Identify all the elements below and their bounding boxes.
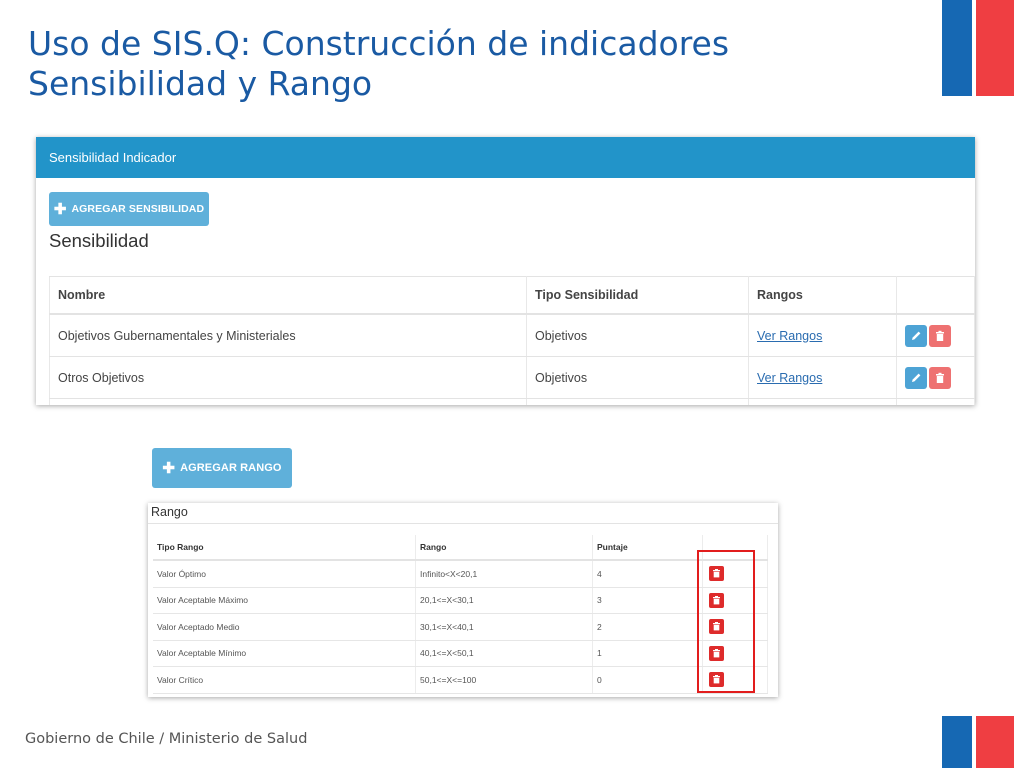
cell-rango: 20,1<=X<30,1 <box>415 587 593 614</box>
column-header-tipo: Tipo Sensibilidad <box>526 276 749 315</box>
trash-icon <box>936 372 944 383</box>
slide-title: Uso de SIS.Q: Construcción de indicadore… <box>28 24 908 104</box>
plus-icon: ✚ <box>162 460 176 477</box>
table-row: Valor Crítico 50,1<=X<=100 0 <box>153 666 768 694</box>
cell-rango: Infinito<X<20,1 <box>415 560 593 588</box>
table-row: Valor Aceptable Mínimo 40,1<=X<50,1 1 <box>153 640 768 667</box>
edit-button[interactable] <box>905 366 927 389</box>
delete-button[interactable] <box>929 366 951 389</box>
section-title: Sensibilidad <box>49 230 149 251</box>
panel-header: Sensibilidad Indicador <box>36 137 975 178</box>
cell-tipo: Objetivos <box>526 314 749 357</box>
column-header-puntaje: Puntaje <box>592 535 703 561</box>
cell-tipo-rango: Valor Óptimo <box>153 560 416 588</box>
column-header-tipo-rango: Tipo Rango <box>153 535 416 561</box>
column-header-rango: Rango <box>415 535 593 561</box>
cell-puntaje: 3 <box>592 587 703 614</box>
cell-tipo-rango: Valor Crítico <box>153 666 416 694</box>
column-header-rangos: Rangos <box>748 276 897 315</box>
add-rango-button[interactable]: ✚ AGREGAR RANGO <box>152 448 292 488</box>
delete-button[interactable] <box>929 324 951 347</box>
footer-text: Gobierno de Chile / Ministerio de Salud <box>25 731 308 747</box>
sensibilidad-table: Nombre Tipo Sensibilidad Rangos Objetivo… <box>49 276 975 405</box>
pencil-icon <box>912 373 921 382</box>
ver-rangos-link[interactable]: Ver Rangos <box>757 329 822 343</box>
sensibilidad-panel: Sensibilidad Indicador ✚ AGREGAR SENSIBI… <box>36 137 975 405</box>
table-row: Valor Aceptado Medio 30,1<=X<40,1 2 <box>153 613 768 641</box>
cell-rango: 40,1<=X<50,1 <box>415 640 593 667</box>
rango-title: Rango <box>151 505 188 519</box>
table-row: Valor Aceptable Máximo 20,1<=X<30,1 3 <box>153 587 768 614</box>
add-rango-label: AGREGAR RANGO <box>180 462 282 474</box>
table-row: Otros Objetivos Objetivos Ver Rangos <box>49 356 975 399</box>
cell-nombre: Objetivos Gubernamentales y Ministeriale… <box>49 314 527 357</box>
cell-tipo-rango: Valor Aceptable Mínimo <box>153 640 416 667</box>
cell-tipo-rango: Valor Aceptable Máximo <box>153 587 416 614</box>
trash-icon <box>936 330 944 341</box>
column-header-nombre: Nombre <box>49 276 527 315</box>
pencil-icon <box>912 331 921 340</box>
table-row-partial <box>49 398 975 405</box>
ver-rangos-link[interactable]: Ver Rangos <box>757 371 822 385</box>
cell-puntaje: 0 <box>592 666 703 694</box>
chile-flag-stripes-bottom <box>942 716 1014 768</box>
table-row: Valor Óptimo Infinito<X<20,1 4 <box>153 560 768 588</box>
slide-title-line-2: Sensibilidad y Rango <box>28 64 373 103</box>
cell-tipo-rango: Valor Aceptado Medio <box>153 613 416 641</box>
cell-tipo: Objetivos <box>526 356 749 399</box>
table-row: Objetivos Gubernamentales y Ministeriale… <box>49 314 975 357</box>
add-sensibilidad-button[interactable]: ✚ AGREGAR SENSIBILIDAD <box>49 192 209 226</box>
cell-rango: 50,1<=X<=100 <box>415 666 593 694</box>
chile-flag-stripes-top <box>942 0 1014 96</box>
cell-puntaje: 1 <box>592 640 703 667</box>
rango-panel: Rango Tipo Rango Rango Puntaje Valor Ópt… <box>148 503 778 697</box>
add-sensibilidad-label: AGREGAR SENSIBILIDAD <box>71 203 205 215</box>
cell-nombre: Otros Objetivos <box>49 356 527 399</box>
slide-title-line-1: Uso de SIS.Q: Construcción de indicadore… <box>28 24 730 63</box>
cell-puntaje: 2 <box>592 613 703 641</box>
rango-table: Tipo Rango Rango Puntaje Valor Óptimo In… <box>153 535 768 694</box>
column-header-actions <box>896 276 975 315</box>
cell-rango: 30,1<=X<40,1 <box>415 613 593 641</box>
delete-column-highlight <box>697 550 755 693</box>
plus-icon: ✚ <box>53 201 67 218</box>
edit-button[interactable] <box>905 324 927 347</box>
cell-puntaje: 4 <box>592 560 703 588</box>
